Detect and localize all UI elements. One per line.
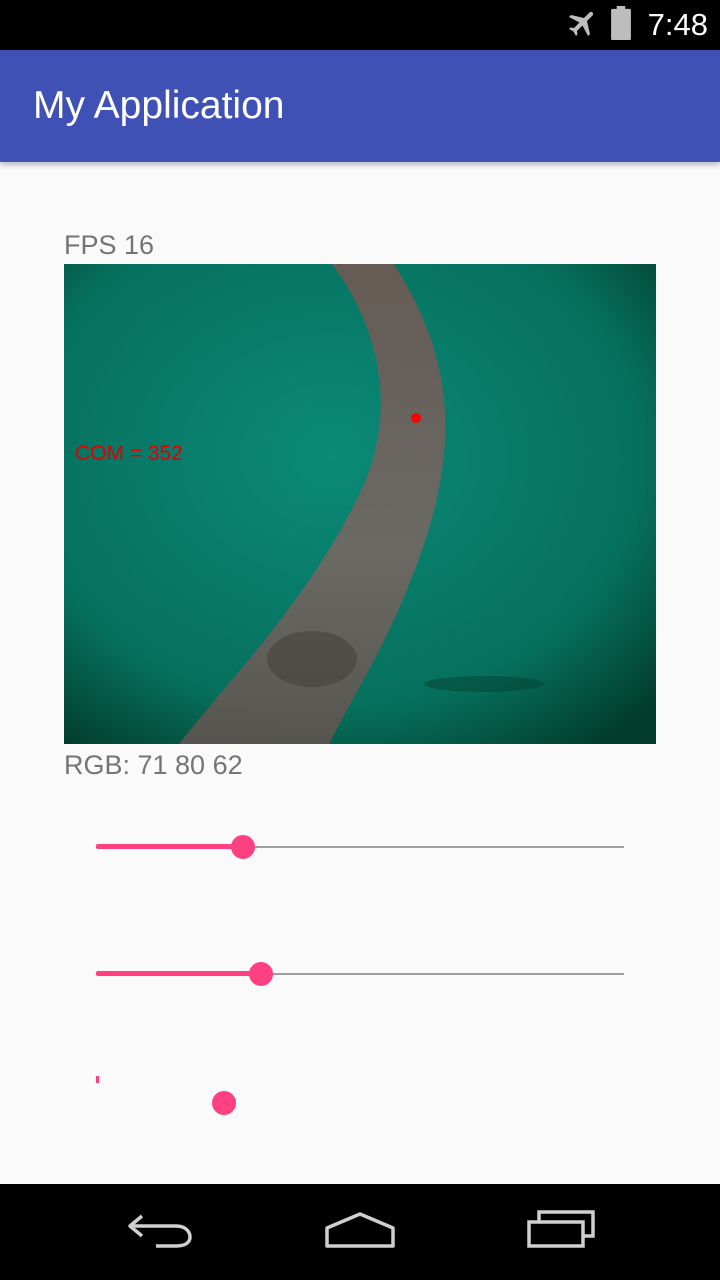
slider-progress: [96, 971, 261, 976]
navigation-bar: [0, 1184, 720, 1280]
home-icon: [323, 1210, 397, 1255]
status-time: 7:48: [647, 7, 708, 42]
fps-label: FPS 16: [64, 230, 155, 260]
com-marker: [411, 413, 421, 423]
com-overlay-label: COM = 352: [75, 442, 183, 465]
airplane-mode-icon: [566, 6, 600, 45]
status-icons: 7:48: [566, 0, 708, 50]
slider-1[interactable]: [96, 827, 624, 867]
recents-button[interactable]: [516, 1202, 606, 1262]
camera-image: [64, 264, 656, 744]
recents-icon: [525, 1209, 597, 1255]
slider-3[interactable]: [96, 1076, 624, 1123]
back-icon: [124, 1210, 196, 1255]
battery-icon: [610, 5, 632, 45]
app-bar: My Application: [0, 50, 720, 162]
back-button[interactable]: [115, 1202, 205, 1262]
status-bar: 7:48: [0, 0, 720, 50]
slider-progress: [96, 844, 243, 849]
camera-preview: COM = 352: [64, 264, 656, 744]
home-button[interactable]: [315, 1202, 405, 1262]
slider-thumb[interactable]: [249, 962, 273, 986]
slider-thumb[interactable]: [231, 835, 255, 859]
main-content: FPS 16 COM = 352 RGB: 71 80 62: [0, 162, 720, 1184]
app-title: My Application: [33, 84, 285, 127]
rgb-label: RGB: 71 80 62: [64, 750, 243, 780]
slider-progress: [96, 1076, 99, 1083]
slider-2[interactable]: [96, 954, 624, 994]
slider-thumb[interactable]: [212, 1091, 236, 1115]
